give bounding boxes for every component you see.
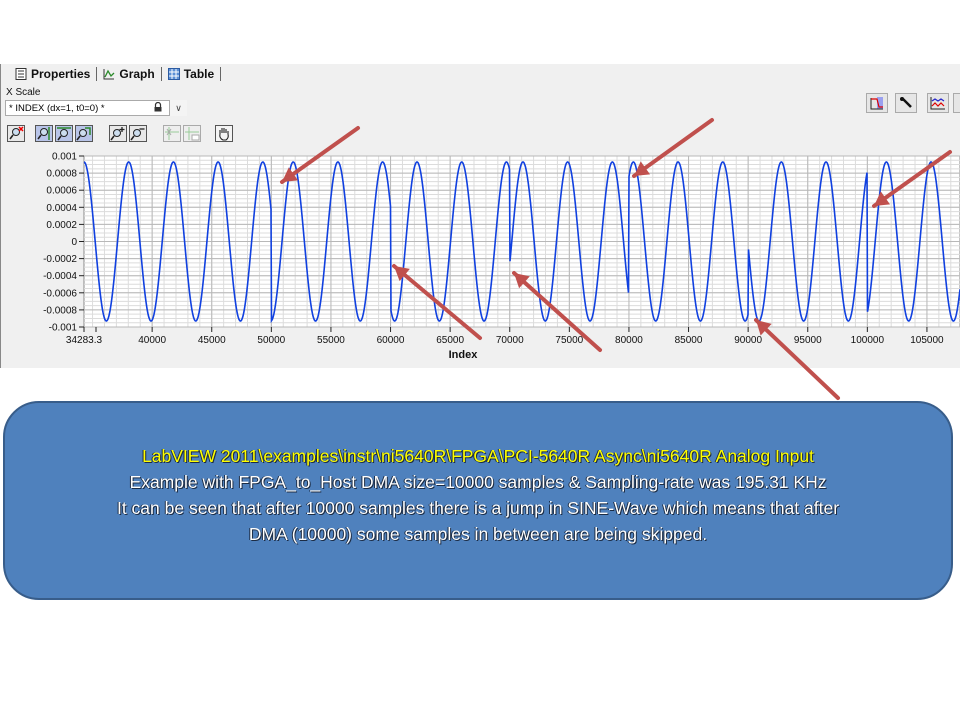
y-tick-label: 0.001 [52,152,77,163]
x-tick-label: 90000 [734,335,762,346]
y-tick-label: -0.0002 [43,254,77,265]
x-tick-label: 80000 [615,335,643,346]
x-tick-label: 100000 [851,335,885,346]
annotation-arrow [754,318,840,400]
x-tick-label: 45000 [198,335,226,346]
y-tick-label: -0.0008 [43,305,77,316]
callout-line-settings: Example with FPGA_to_Host DMA size=10000… [129,472,827,492]
y-tick-label: -0.0004 [43,271,77,282]
y-tick-label: 0.0008 [46,169,77,180]
x-tick-label: 55000 [317,335,345,346]
callout-line-observation: It can be seen that after 10000 samples … [116,498,840,518]
x-tick-label: 105000 [910,335,944,346]
x-tick-label: 95000 [794,335,822,346]
x-tick-label: 70000 [496,335,524,346]
y-tick-label: -0.001 [49,323,78,334]
x-tick-label: 40000 [138,335,166,346]
y-tick-label: 0 [71,237,77,248]
arrow-shaft [754,318,840,400]
x-tick-label: 60000 [377,335,405,346]
x-tick-label: 34283.3 [66,335,103,346]
y-tick-label: 0.0004 [46,203,77,214]
callout-line-conclusion: DMA (10000) some samples in between are … [248,524,708,544]
x-tick-label: 85000 [675,335,703,346]
x-axis-label: Index [449,349,479,361]
x-tick-label: 75000 [555,335,583,346]
callout-line-path: LabVIEW 2011\examples\instr\ni5640R\FPGA… [142,446,814,466]
x-tick-label: 65000 [436,335,464,346]
y-tick-label: 0.0002 [46,220,77,231]
x-tick-label: 50000 [257,335,285,346]
callout-box: LabVIEW 2011\examples\instr\ni5640R\FPGA… [3,401,953,600]
y-tick-label: 0.0006 [46,186,77,197]
waveform-graph: 34283.3 40000 45000 50000 55000 60000 65000 700… [43,118,960,400]
y-tick-label: -0.0006 [43,288,77,299]
plot-grid [83,155,960,328]
